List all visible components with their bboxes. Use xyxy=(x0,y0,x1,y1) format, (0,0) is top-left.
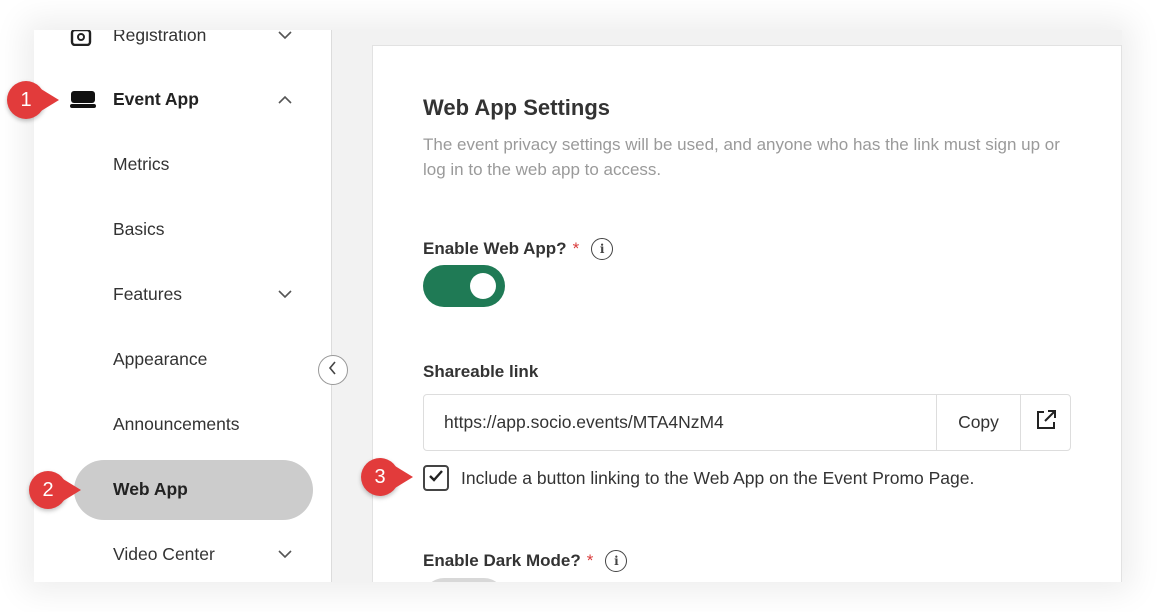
sidebar-item-metrics[interactable]: Metrics xyxy=(34,144,331,184)
info-icon[interactable]: i xyxy=(605,550,628,572)
include-button-checkbox[interactable] xyxy=(423,465,449,491)
collapse-sidebar-button[interactable] xyxy=(318,355,348,385)
enable-web-app-toggle[interactable] xyxy=(423,265,505,307)
copy-link-button[interactable]: Copy xyxy=(936,395,1020,450)
sidebar-item-label: Event App xyxy=(113,88,199,109)
sidebar-item-features[interactable]: Features xyxy=(34,274,331,314)
sidebar-item-announcements[interactable]: Announcements xyxy=(34,404,331,444)
web-app-settings-card: Web App Settings The event privacy setti… xyxy=(372,45,1122,582)
toggle-knob xyxy=(470,273,496,299)
registration-icon xyxy=(70,30,96,47)
sidebar-item-label: Registration xyxy=(113,30,207,45)
callout-badge: 1 xyxy=(7,81,59,119)
include-button-label: Include a button linking to the Web App … xyxy=(461,467,975,488)
enable-dark-mode-label-row: Enable Dark Mode? * i xyxy=(423,550,628,572)
external-link-icon xyxy=(1035,409,1057,436)
open-link-button[interactable] xyxy=(1020,395,1070,450)
sidebar-item-appearance[interactable]: Appearance xyxy=(34,339,331,379)
include-button-row: Include a button linking to the Web App … xyxy=(423,465,974,491)
sidebar-item-label: Announcements xyxy=(113,413,240,434)
shareable-link-label: Shareable link xyxy=(423,362,539,381)
sidebar-item-label: Appearance xyxy=(113,348,208,369)
enable-web-app-label-row: Enable Web App? * i xyxy=(423,238,614,260)
sidebar-item-label: Metrics xyxy=(113,153,170,174)
enable-web-app-label: Enable Web App? xyxy=(423,239,567,258)
required-mark: * xyxy=(572,239,580,258)
info-icon[interactable]: i xyxy=(591,238,614,260)
callout-badge: 2 xyxy=(29,471,81,509)
chevron-down-icon xyxy=(277,546,293,562)
required-mark: * xyxy=(586,551,594,570)
app-window: Registration Event App Metrics Basics Fe… xyxy=(34,30,1122,582)
sidebar-item-video-center[interactable]: Video Center xyxy=(34,534,331,574)
laptop-icon xyxy=(70,88,96,110)
shareable-link-field: Copy xyxy=(423,394,1071,451)
chevron-left-icon xyxy=(328,360,338,380)
sidebar-item-registration[interactable]: Registration xyxy=(34,30,331,55)
sidebar-item-label: Features xyxy=(113,283,183,304)
chevron-down-icon xyxy=(277,30,293,43)
sidebar-item-event-app[interactable]: Event App xyxy=(34,79,331,119)
sidebar-item-basics[interactable]: Basics xyxy=(34,209,331,249)
callout-badge: 3 xyxy=(361,458,413,496)
sidebar-item-label: Video Center xyxy=(113,543,215,564)
sidebar-item-label: Web App xyxy=(113,478,188,499)
sidebar-item-label: Basics xyxy=(113,218,165,239)
settings-description: The event privacy settings will be used,… xyxy=(423,135,1060,179)
page-title: Web App Settings xyxy=(423,95,610,120)
checkmark-icon xyxy=(428,469,444,488)
enable-dark-mode-label: Enable Dark Mode? xyxy=(423,551,581,570)
chevron-up-icon xyxy=(277,91,293,107)
shareable-link-input[interactable] xyxy=(424,395,936,450)
enable-dark-mode-toggle[interactable] xyxy=(423,578,505,582)
chevron-down-icon xyxy=(277,286,293,302)
